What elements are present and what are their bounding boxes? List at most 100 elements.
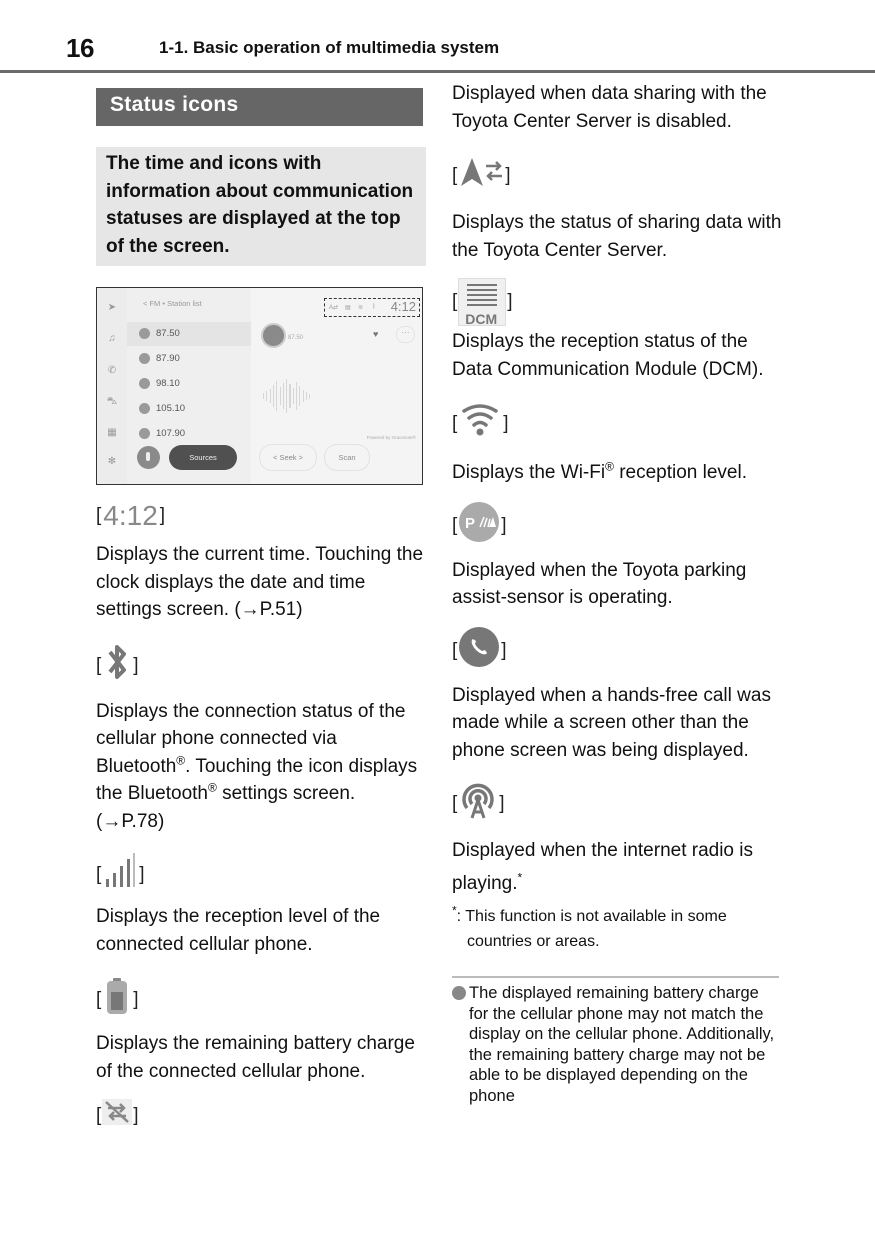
hands-free-call-description: Displayed when a hands-free call was mad… [452, 684, 771, 761]
clock-description: Displays the current time. Touching the … [96, 544, 424, 620]
waveform-bar [289, 384, 291, 408]
cellular-signal-icon [104, 853, 136, 897]
status-clock[interactable]: 4:12 [391, 299, 416, 314]
station-item[interactable]: 87.50 [127, 322, 251, 346]
wifi-icon [460, 403, 500, 445]
waveform-bar [305, 392, 308, 400]
station-frequency: 105.10 [156, 403, 186, 414]
wifi-icon-line: [ ] [452, 403, 782, 445]
data-sharing-status-description: Displays the status of sharing data with… [452, 212, 782, 261]
sources-button[interactable]: Sources [169, 445, 237, 470]
waveform-bar [269, 389, 271, 403]
parking-sensor-description: Displayed when the Toyota parking assist… [452, 559, 747, 609]
navigation-icon[interactable]: ➤ [106, 302, 118, 314]
waveform-bar [309, 393, 311, 399]
clock-entry-icon-line: [ 4:12 ] [96, 500, 166, 531]
waveform-bar [296, 382, 298, 410]
settings-icon[interactable]: ✻ [106, 456, 118, 468]
music-icon[interactable]: ♫ [106, 333, 118, 345]
car-icon[interactable]: ⛍ [106, 396, 118, 408]
station-frequency: 98.10 [156, 378, 180, 389]
station-badge-icon [139, 378, 150, 389]
dcm-icon: DCM [458, 278, 507, 327]
station-badge-icon [139, 403, 150, 414]
bullet-icon [452, 986, 466, 1000]
phone-icon[interactable]: ✆ [106, 365, 118, 377]
footnote: *: This function is not available in som… [452, 903, 727, 950]
waveform-bar [263, 393, 265, 399]
note-text: The displayed remaining battery charge f… [469, 984, 775, 1105]
data-sharing-disabled-description: Displayed when data sharing with the Toy… [452, 83, 767, 132]
left-column: Status icons The time and icons with inf… [96, 88, 426, 1133]
intro-box: The time and icons with information abou… [96, 147, 426, 266]
hands-free-call-icon [458, 626, 500, 676]
side-rail: ➤ ♫ ✆ ⛍ ▦ ✻ [97, 288, 127, 484]
bluetooth-icon: ᛒ [372, 304, 376, 310]
waveform-bar [282, 383, 284, 409]
station-list: < FM • Station list 87.50 87.90 98.10 10… [127, 288, 251, 484]
battery-description: Displays the remaining battery charge of… [96, 1033, 415, 1082]
data-sharing-status-icon-line: [ ] [452, 157, 782, 195]
station-badge-icon [139, 328, 150, 339]
data-sharing-status-icon: A⇄ [329, 305, 339, 311]
dcm-icon: ▤ [345, 305, 351, 311]
bluetooth-icon [104, 642, 130, 690]
clock-icon: 4:12 [103, 500, 158, 531]
screen-mockup: ➤ ♫ ✆ ⛍ ▦ ✻ < FM • Station list 87.50 87… [96, 287, 423, 485]
battery-icon [104, 976, 130, 1024]
station-item[interactable]: 98.10 [127, 372, 251, 396]
now-playing-frequency: 87.50 [288, 335, 304, 341]
section-title: Status icons [96, 88, 423, 126]
station-art [261, 323, 286, 348]
page-header: 16 1-1. Basic operation of multimedia sy… [0, 0, 875, 74]
status-icon-area: A⇄ ▤ ≋ ᛒ 4:12 [324, 298, 420, 317]
station-frequency: 87.90 [156, 353, 180, 364]
audio-waveform [263, 378, 313, 414]
seek-button[interactable]: < Seek > [259, 444, 317, 471]
cellular-description: Displays the reception level of the conn… [96, 906, 381, 955]
parking-sensor-icon-line: [ P ] [452, 501, 782, 551]
data-sharing-disabled-icon-line: [ ] [96, 1099, 426, 1133]
cellular-entry-icon-line: [ ] [96, 853, 426, 897]
waveform-bar [286, 379, 288, 413]
waveform-bar [299, 386, 301, 406]
station-frequency: 107.90 [156, 428, 186, 439]
station-item[interactable]: 107.90 [127, 422, 251, 446]
apps-icon[interactable]: ▦ [106, 427, 118, 439]
hands-free-call-icon-line: [ ] [452, 626, 782, 676]
waveform-bar [266, 391, 268, 401]
waveform-bar [276, 381, 278, 411]
internet-radio-description: Displayed when the internet radio is pla… [452, 840, 754, 894]
bluetooth-entry-icon-line: [ ] [96, 642, 426, 690]
screen-breadcrumb[interactable]: < FM • Station list [143, 299, 202, 308]
station-badge-icon [139, 428, 150, 439]
note-divider [452, 976, 779, 978]
waveform-bar [302, 390, 304, 402]
wifi-description: Displays the Wi-Fi® reception level. [452, 459, 747, 483]
wifi-icon: ≋ [358, 305, 364, 311]
now-playing-panel: A⇄ ▤ ≋ ᛒ 4:12 87.50 ♥ ··· Powered by Gra… [251, 288, 422, 484]
battery-entry-icon-line: [ ] [96, 976, 426, 1024]
right-column: Displayed when data sharing with the Toy… [452, 80, 782, 1106]
waveform-bar [292, 388, 294, 404]
parking-sensor-icon: P [458, 501, 500, 551]
data-sharing-disabled-icon [102, 1099, 133, 1133]
station-item[interactable]: 87.90 [127, 347, 251, 371]
powered-by-label: Powered by Gracenote® [366, 435, 416, 440]
internet-radio-icon-line: [ ] [452, 780, 782, 828]
station-item[interactable]: 105.10 [127, 397, 251, 421]
favorite-heart-icon[interactable]: ♥ [373, 329, 378, 339]
note: The displayed remaining battery charge f… [452, 983, 782, 1106]
voice-button[interactable] [137, 446, 160, 469]
svg-text:P: P [465, 515, 475, 532]
station-frequency: 87.50 [156, 328, 180, 339]
internet-radio-icon [458, 780, 498, 828]
bluetooth-description: Displays the connection status of the ce… [96, 700, 418, 832]
section-path: 1-1. Basic operation of multimedia syste… [159, 38, 500, 57]
dcm-description: Displays the reception status of the Dat… [452, 331, 764, 380]
more-options-button[interactable]: ··· [396, 326, 415, 343]
scan-button[interactable]: Scan [324, 444, 370, 471]
dcm-icon-line: [ DCM ] [452, 278, 782, 327]
waveform-bar [279, 387, 281, 405]
waveform-bar [272, 385, 275, 407]
